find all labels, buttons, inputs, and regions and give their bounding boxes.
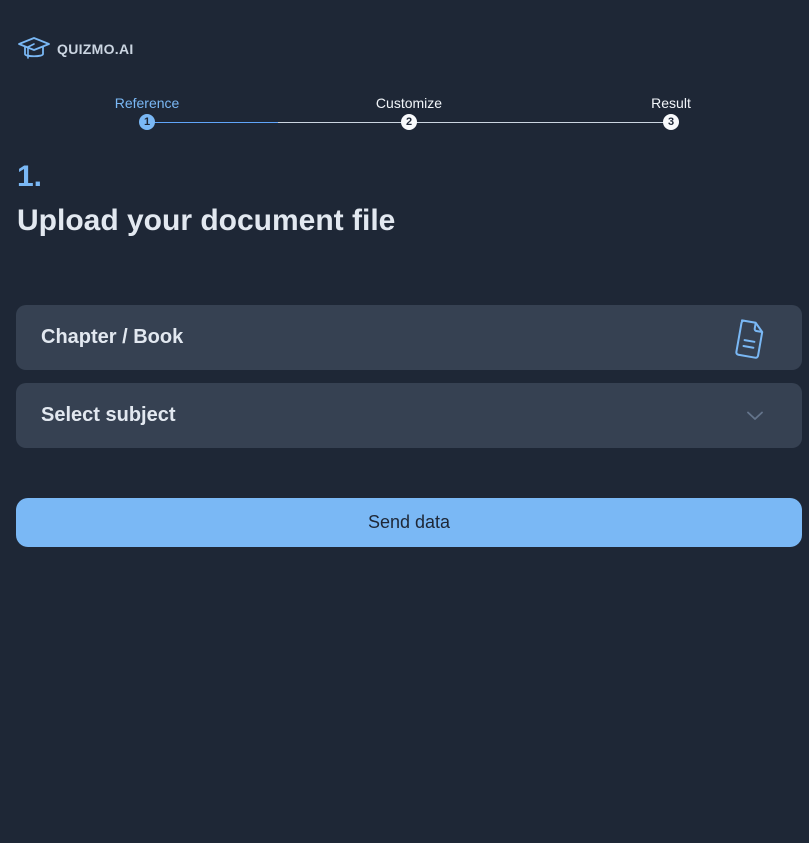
subject-select[interactable]: Select subject: [16, 383, 802, 448]
page-title: Upload your document file: [17, 204, 396, 237]
file-upload-field[interactable]: Chapter / Book: [16, 305, 802, 370]
subject-select-value: Select subject: [41, 404, 176, 426]
upload-field-label: Chapter / Book: [41, 326, 184, 348]
step-number-badge: 1: [139, 114, 155, 130]
graduation-cap-icon: [18, 37, 50, 59]
progress-stepper: Reference 1 Customize 2 Result 3: [0, 94, 809, 134]
step-number: 1.: [17, 160, 43, 193]
step-label: Reference: [114, 95, 180, 111]
chevron-down-icon: [747, 411, 763, 420]
step-label: Result: [651, 95, 691, 111]
logo-text: QUIZMO.AI: [57, 41, 134, 57]
step-customize[interactable]: Customize 2: [349, 94, 469, 130]
send-data-button[interactable]: Send data: [16, 498, 802, 547]
step-reference[interactable]: Reference 1: [87, 94, 207, 130]
document-icon: [735, 318, 764, 359]
step-number-badge: 3: [663, 114, 679, 130]
step-result[interactable]: Result 3: [611, 94, 731, 130]
app-window: QUIZMO.AI Reference 1 Customize 2 Result…: [0, 0, 809, 843]
step-label: Customize: [375, 95, 443, 111]
step-number-badge: 2: [401, 114, 417, 130]
logo[interactable]: QUIZMO.AI: [17, 36, 134, 62]
